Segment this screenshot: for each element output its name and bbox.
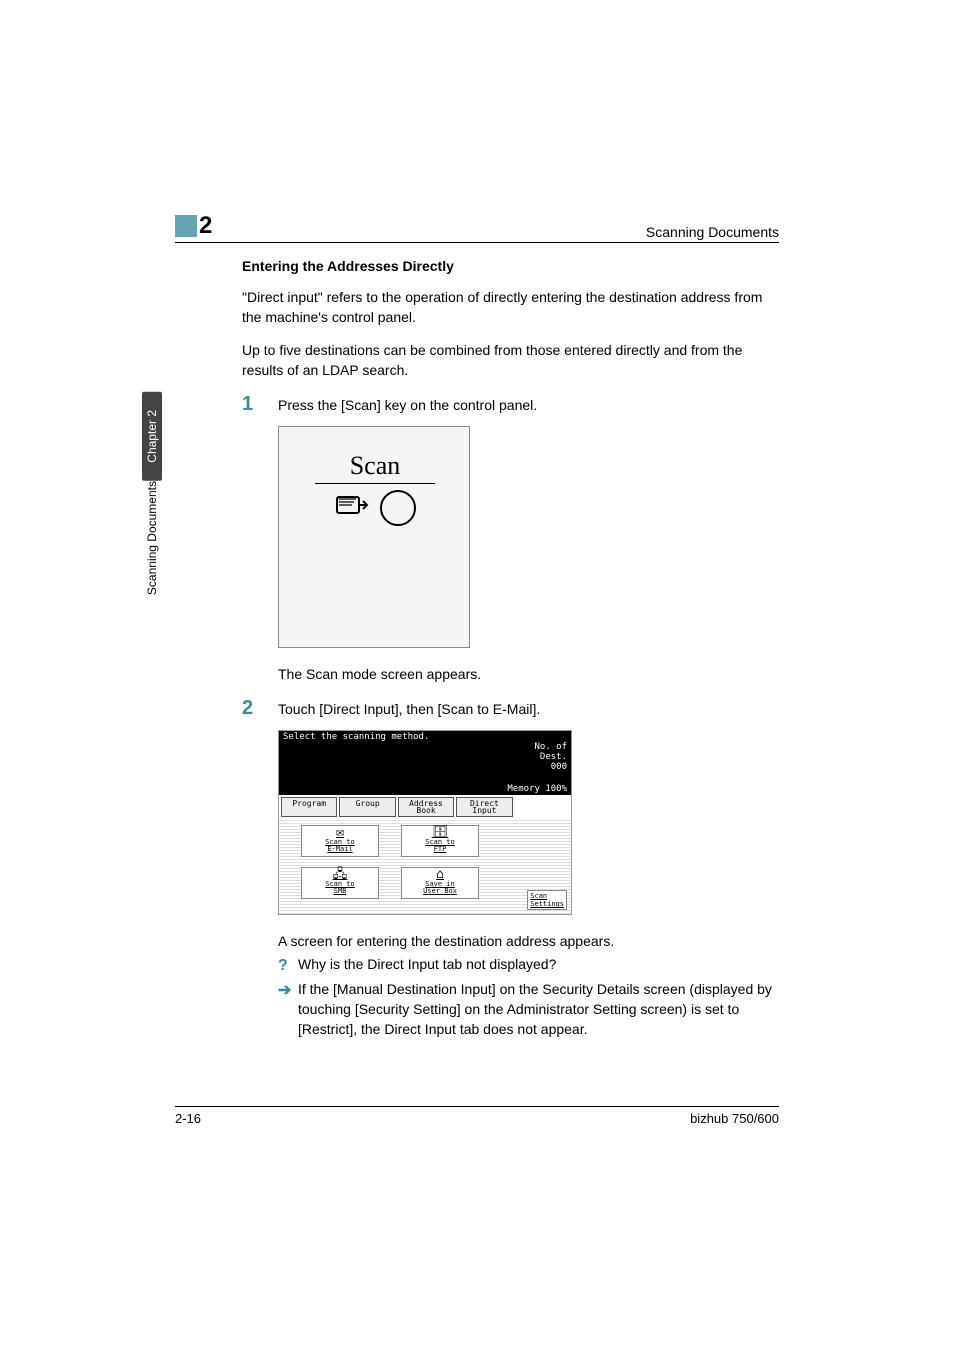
memory-label: Memory bbox=[507, 784, 540, 794]
screen-title: Select the scanning method. bbox=[283, 732, 429, 782]
scan-button-circle bbox=[380, 490, 416, 526]
step-1: 1 Press the [Scan] key on the control pa… bbox=[242, 394, 779, 416]
answer-text: If the [Manual Destination Input] on the… bbox=[298, 979, 779, 1040]
chapter-indicator: 2 bbox=[175, 212, 212, 240]
btn-scan-to-ftp[interactable]: 🗄Scan to FTP bbox=[401, 825, 479, 857]
step-text-2: Touch [Direct Input], then [Scan to E-Ma… bbox=[278, 698, 540, 720]
btn-scan-to-email[interactable]: ✉Scan to E-Mail bbox=[301, 825, 379, 857]
after-step2-text: A screen for entering the destination ad… bbox=[278, 931, 779, 1039]
after-step2-line1: A screen for entering the destination ad… bbox=[278, 931, 779, 951]
after-step1-text: The Scan mode screen appears. bbox=[278, 664, 779, 684]
answer-row: ➔ If the [Manual Destination Input] on t… bbox=[278, 979, 779, 1040]
tab-address-book[interactable]: Address Book bbox=[398, 797, 454, 817]
tab-direct-input[interactable]: Direct Input bbox=[456, 797, 512, 817]
step-number-1: 1 bbox=[242, 394, 278, 414]
subsection-heading: Entering the Addresses Directly bbox=[242, 258, 779, 274]
touchscreen-mock: Select the scanning method. No. of Dest.… bbox=[278, 730, 572, 915]
screen-tabs: Program Group Address Book Direct Input bbox=[279, 795, 571, 819]
dest-count: 000 bbox=[551, 762, 567, 772]
screen-memory-bar: Memory 100% bbox=[279, 783, 571, 795]
scan-key-graphic: Scan bbox=[315, 451, 435, 561]
arrow-icon: ➔ bbox=[278, 979, 298, 1002]
content-column: Entering the Addresses Directly "Direct … bbox=[242, 258, 779, 1040]
side-tab: Chapter 2 Scanning Documents bbox=[140, 315, 164, 615]
header-section-title: Scanning Documents bbox=[646, 224, 779, 240]
btn-scan-to-smb[interactable]: 🖧Scan to SMB bbox=[301, 867, 379, 899]
tab-group[interactable]: Group bbox=[339, 797, 395, 817]
paragraph-1: "Direct input" refers to the operation o… bbox=[242, 288, 779, 327]
scan-key-label: Scan bbox=[315, 451, 435, 484]
btn-save-user-box[interactable]: ⌂Save in User Box bbox=[401, 867, 479, 899]
chapter-number: 2 bbox=[199, 212, 212, 240]
screen-body: ✉Scan to E-Mail 🗄Scan to FTP 🖧Scan to SM… bbox=[279, 819, 571, 914]
figure-scan-panel: Scan bbox=[278, 426, 779, 648]
paragraph-2: Up to five destinations can be combined … bbox=[242, 341, 779, 380]
figure-screen: Select the scanning method. No. of Dest.… bbox=[278, 730, 779, 915]
page-header: 2 Scanning Documents bbox=[175, 212, 779, 243]
figure-box: Scan bbox=[278, 426, 470, 648]
question-row: ? Why is the Direct Input tab not displa… bbox=[278, 954, 779, 977]
tab-program[interactable]: Program bbox=[281, 797, 337, 817]
btn-scan-settings[interactable]: Scan Settings bbox=[527, 890, 567, 910]
page-footer: 2-16 bizhub 750/600 bbox=[175, 1106, 779, 1126]
page-number: 2-16 bbox=[175, 1111, 201, 1126]
model-name: bizhub 750/600 bbox=[690, 1111, 779, 1126]
memory-value: 100% bbox=[545, 784, 567, 794]
scan-icon bbox=[334, 491, 370, 525]
chapter-color-block bbox=[175, 215, 197, 237]
step-number-2: 2 bbox=[242, 698, 278, 718]
side-tab-chapter: Chapter 2 bbox=[142, 392, 162, 481]
question-mark-icon: ? bbox=[278, 954, 298, 977]
side-tab-section: Scanning Documents bbox=[145, 481, 159, 615]
step-text-1: Press the [Scan] key on the control pane… bbox=[278, 394, 537, 416]
step-2: 2 Touch [Direct Input], then [Scan to E-… bbox=[242, 698, 779, 720]
question-text: Why is the Direct Input tab not displaye… bbox=[298, 954, 556, 974]
dest-label: No. of Dest. bbox=[534, 742, 567, 762]
screen-title-bar: Select the scanning method. No. of Dest.… bbox=[279, 731, 571, 783]
